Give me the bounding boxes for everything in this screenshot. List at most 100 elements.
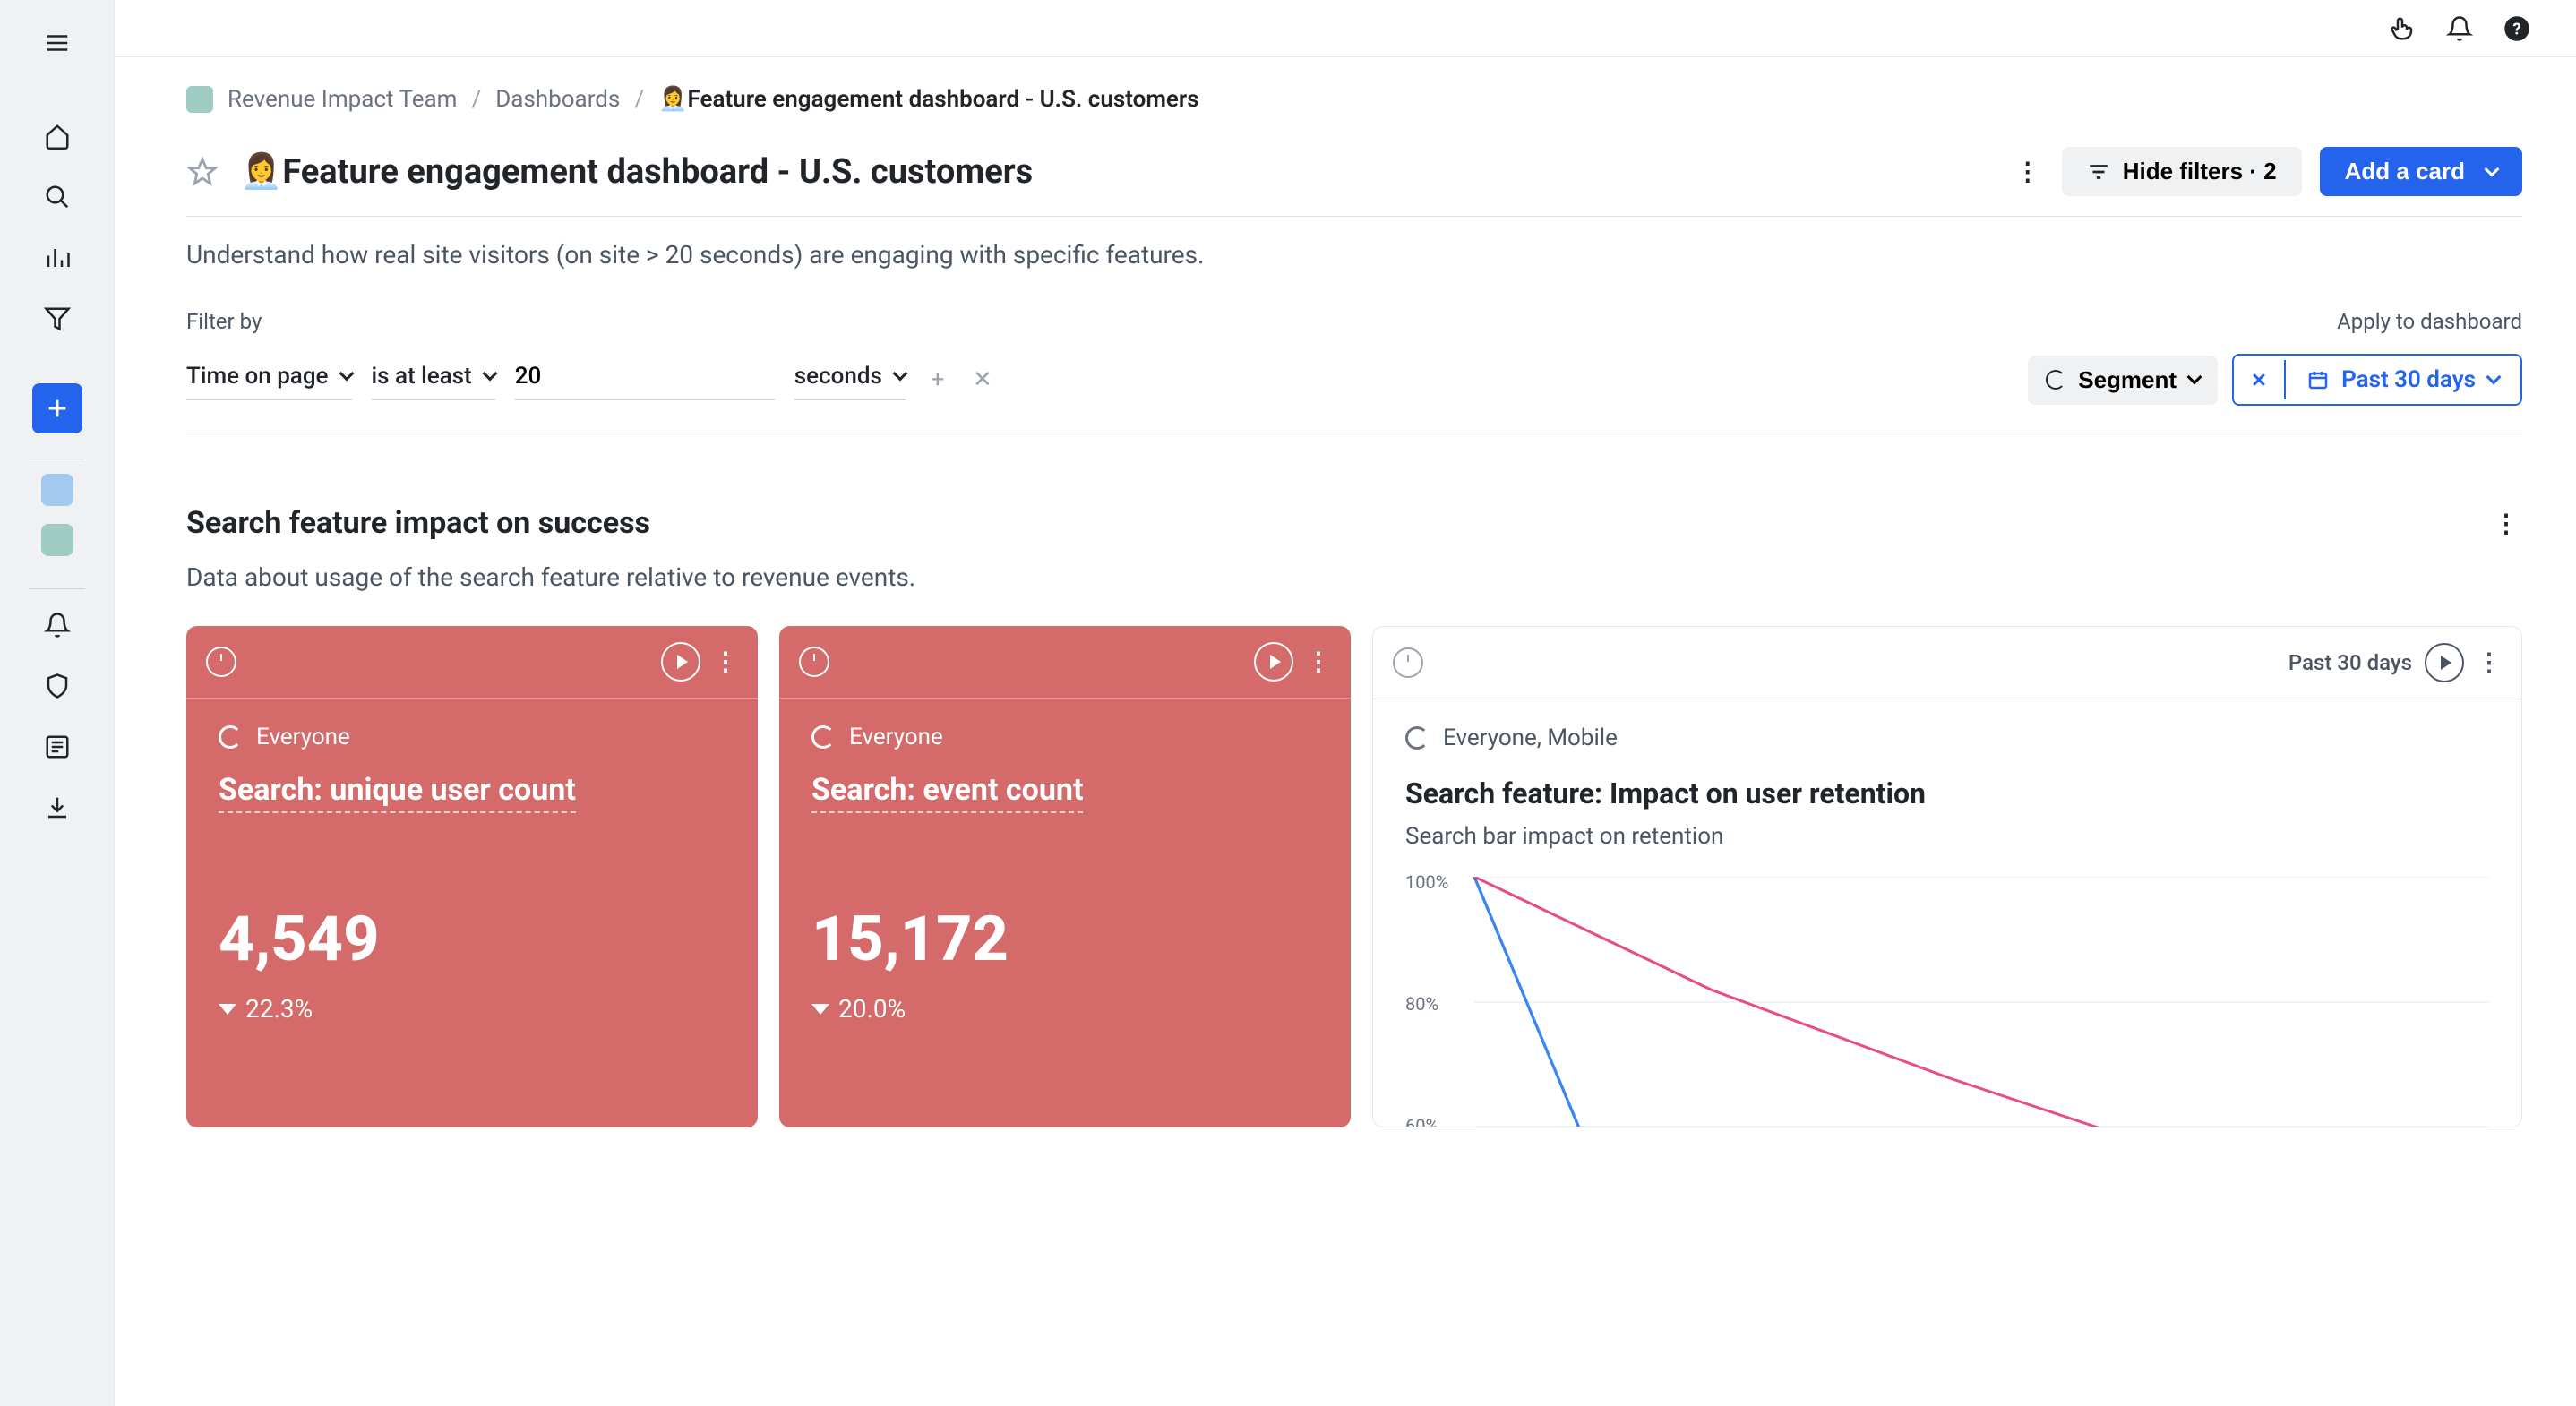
play-icon[interactable]	[661, 642, 700, 682]
card-segment-label: Everyone	[849, 724, 943, 750]
hand-icon[interactable]	[2386, 13, 2418, 45]
content: Revenue Impact Team / Dashboards / 👩‍💼Fe…	[115, 57, 2576, 1406]
section-title: Search feature impact on success	[186, 505, 650, 541]
clear-filter-icon[interactable]: ✕	[970, 367, 995, 392]
breadcrumb-separator: /	[471, 86, 481, 113]
page-description: Understand how real site visitors (on si…	[186, 240, 2522, 270]
filter-icon[interactable]	[36, 297, 79, 340]
clear-date-range-icon[interactable]	[2234, 360, 2286, 399]
card-more-icon[interactable]: ⋮	[1306, 649, 1331, 674]
chart-svg	[1405, 877, 2489, 1127]
shield-icon[interactable]	[36, 664, 79, 707]
title-row: 👩‍💼Feature engagement dashboard - U.S. c…	[186, 147, 2522, 196]
y-tick-label: 60%	[1405, 1115, 1438, 1127]
spinner-icon	[811, 725, 835, 749]
card-change: 20.0%	[811, 994, 1318, 1024]
workspace-square-2[interactable]	[41, 524, 73, 556]
filter-row: Time on page is at least seconds + ✕	[186, 354, 2522, 406]
play-icon[interactable]	[2425, 643, 2464, 682]
breadcrumb-current: 👩‍💼Feature engagement dashboard - U.S. c…	[658, 86, 1199, 113]
main-area: ? Revenue Impact Team / Dashboards / 👩‍💼…	[115, 0, 2576, 1406]
metric-card-event-count: ⋮ Everyone Search: event count 15,172 20…	[779, 626, 1351, 1127]
clock-icon	[206, 647, 236, 677]
card-more-icon[interactable]: ⋮	[713, 649, 738, 674]
breadcrumb: Revenue Impact Team / Dashboards / 👩‍💼Fe…	[186, 86, 2522, 113]
card-segment: Everyone	[811, 724, 1318, 750]
retention-chart-card: Past 30 days ⋮ Everyone, Mobile Search f…	[1372, 626, 2522, 1127]
card-segment: Everyone	[219, 724, 726, 750]
section-more-icon[interactable]: ⋮	[2490, 503, 2522, 543]
hide-filters-button[interactable]: Hide filters · 2	[2062, 147, 2302, 196]
trend-down-icon	[219, 1004, 236, 1015]
bell-icon[interactable]	[2443, 13, 2476, 45]
card-date-range: Past 30 days	[2288, 650, 2412, 675]
more-options-icon[interactable]: ⋮	[2012, 152, 2044, 192]
breadcrumb-separator: /	[634, 86, 644, 113]
card-segment-label: Everyone, Mobile	[1443, 724, 1618, 751]
y-tick-label: 100%	[1405, 871, 1448, 893]
card-change: 22.3%	[219, 994, 726, 1024]
filter-by-label: Filter by	[186, 309, 262, 334]
card-more-icon[interactable]: ⋮	[2477, 650, 2502, 675]
hamburger-menu-icon[interactable]	[36, 21, 79, 64]
section-description: Data about usage of the search feature r…	[186, 562, 2522, 592]
play-icon[interactable]	[1254, 642, 1293, 682]
download-icon[interactable]	[36, 786, 79, 829]
favorite-star-icon[interactable]	[186, 156, 219, 188]
filter-value-input[interactable]	[515, 359, 775, 400]
hide-filters-label: Hide filters · 2	[2123, 158, 2277, 185]
chevron-down-icon	[2187, 370, 2202, 385]
card-subtitle: Search bar impact on retention	[1405, 823, 2489, 850]
section-header: Search feature impact on success ⋮	[186, 503, 2522, 543]
date-range-label: Past 30 days	[2341, 366, 2476, 393]
trend-down-icon	[811, 1004, 829, 1015]
chevron-down-icon	[2485, 161, 2500, 176]
note-icon[interactable]	[36, 725, 79, 768]
card-change-value: 20.0%	[838, 994, 906, 1024]
bar-chart-icon[interactable]	[36, 236, 79, 279]
home-icon[interactable]	[36, 115, 79, 158]
svg-text:?: ?	[2512, 19, 2520, 39]
metric-card-unique-users: ⋮ Everyone Search: unique user count 4,5…	[186, 626, 758, 1127]
filter-field-label: Time on page	[186, 363, 329, 390]
chevron-down-icon	[482, 366, 497, 382]
breadcrumb-dashboards[interactable]: Dashboards	[495, 86, 620, 113]
card-title[interactable]: Search: event count	[811, 772, 1083, 813]
chevron-down-icon	[339, 366, 354, 382]
page-title: 👩‍💼Feature engagement dashboard - U.S. c…	[240, 152, 1033, 192]
breadcrumb-team[interactable]: Revenue Impact Team	[228, 86, 457, 113]
spinner-icon	[1405, 726, 1429, 750]
date-range-button[interactable]: Past 30 days	[2286, 356, 2520, 404]
card-segment-label: Everyone	[256, 724, 350, 750]
date-range-control: Past 30 days	[2232, 354, 2522, 406]
segment-button[interactable]: Segment	[2028, 356, 2218, 405]
add-button[interactable]	[32, 383, 82, 433]
card-change-value: 22.3%	[245, 994, 313, 1024]
topbar: ?	[115, 0, 2576, 57]
filter-field-select[interactable]: Time on page	[186, 359, 352, 400]
bell-icon[interactable]	[36, 604, 79, 647]
card-value: 4,549	[219, 903, 726, 976]
chevron-down-icon	[2486, 370, 2502, 385]
add-card-label: Add a card	[2345, 158, 2465, 185]
help-icon[interactable]: ?	[2501, 13, 2533, 45]
filter-operator-select[interactable]: is at least	[372, 359, 495, 400]
spinner-icon	[219, 725, 242, 749]
retention-chart: 100% 80% 60%	[1405, 877, 2489, 1127]
filter-operator-label: is at least	[372, 363, 472, 390]
card-value: 15,172	[811, 903, 1318, 976]
segment-label: Segment	[2078, 366, 2177, 394]
workspace-square-1[interactable]	[41, 474, 73, 506]
segment-icon	[2046, 370, 2065, 390]
card-title[interactable]: Search: unique user count	[219, 772, 576, 813]
add-card-button[interactable]: Add a card	[2320, 147, 2522, 196]
search-icon[interactable]	[36, 176, 79, 219]
cards-row: ⋮ Everyone Search: unique user count 4,5…	[186, 626, 2522, 1127]
filter-unit-label: seconds	[794, 363, 882, 390]
sidebar-divider	[29, 588, 86, 589]
filter-unit-select[interactable]: seconds	[794, 359, 906, 400]
sidebar	[0, 0, 115, 1406]
clock-icon	[799, 647, 829, 677]
add-filter-icon[interactable]: +	[925, 367, 950, 392]
team-color-swatch	[186, 86, 213, 113]
